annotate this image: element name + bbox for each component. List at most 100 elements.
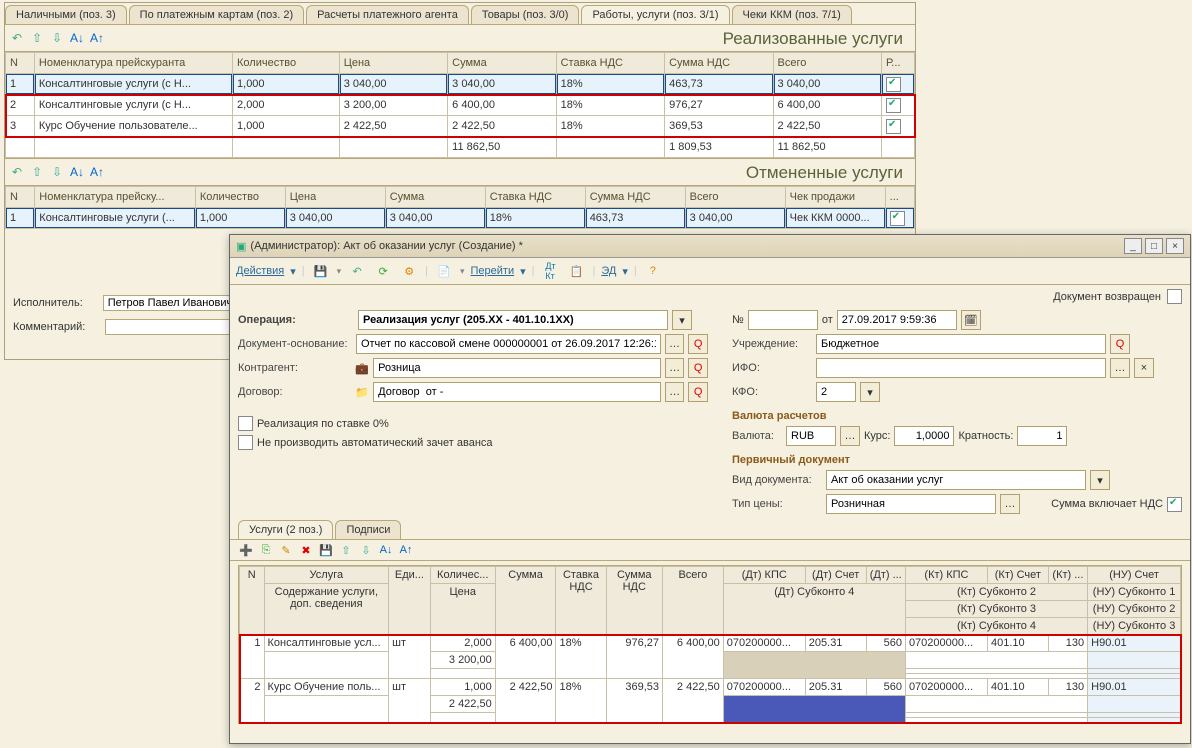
- col-nusch[interactable]: (НУ) Счет: [1088, 567, 1181, 584]
- col-kt-sub4[interactable]: (Кт) Субконто 4: [905, 618, 1087, 635]
- tab-services[interactable]: Работы, услуги (поз. 3/1): [581, 5, 729, 24]
- mult-field[interactable]: [1017, 426, 1067, 446]
- col-sum[interactable]: Сумма: [448, 53, 556, 74]
- col-nu-sub2[interactable]: (НУ) Субконто 2: [1088, 601, 1181, 618]
- cancelled-grid[interactable]: N Номенклатура прейску... Количество Цен…: [5, 186, 915, 229]
- open-button[interactable]: Q: [1110, 334, 1130, 354]
- minimize-button[interactable]: _: [1124, 238, 1142, 254]
- table-row[interactable]: 1 Консалтинговые усл... шт 2,000 6 400,0…: [240, 635, 1181, 652]
- help-icon[interactable]: ?: [643, 261, 663, 281]
- col-price[interactable]: Цена: [285, 187, 385, 208]
- sort-desc-icon[interactable]: A↑: [89, 164, 105, 180]
- col-nu-sub1[interactable]: (НУ) Субконто 1: [1088, 584, 1181, 601]
- report-icon[interactable]: 📋: [567, 261, 587, 281]
- arrow-up-icon[interactable]: ⇧: [338, 542, 354, 558]
- col-vatsum[interactable]: Сумма НДС: [665, 53, 773, 74]
- zero-rate-checkbox[interactable]: [238, 416, 253, 431]
- contract-field[interactable]: [373, 382, 661, 402]
- delete-icon[interactable]: ✖: [298, 542, 314, 558]
- col-total[interactable]: Всего: [663, 567, 724, 635]
- select-button[interactable]: …: [1000, 494, 1020, 514]
- col-vat[interactable]: Ставка НДС: [556, 567, 606, 635]
- edit-icon[interactable]: ✎: [278, 542, 294, 558]
- pricetype-field[interactable]: [826, 494, 996, 514]
- contragent-field[interactable]: [373, 358, 661, 378]
- docbase-field[interactable]: [356, 334, 661, 354]
- col-dt3[interactable]: (Дт) ...: [866, 567, 905, 584]
- date-field[interactable]: [837, 310, 957, 330]
- dtkt-icon[interactable]: ДтКт: [541, 261, 561, 281]
- maximize-button[interactable]: □: [1145, 238, 1163, 254]
- col-ktsch[interactable]: (Кт) Счет: [987, 567, 1048, 584]
- col-n[interactable]: N: [6, 187, 35, 208]
- kfo-field[interactable]: [816, 382, 856, 402]
- tab-cards[interactable]: По платежным картам (поз. 2): [129, 5, 304, 24]
- col-vat[interactable]: Ставка НДС: [556, 53, 664, 74]
- operation-field[interactable]: [358, 310, 668, 330]
- col-vatsum[interactable]: Сумма НДС: [606, 567, 662, 635]
- arrow-up-left-icon[interactable]: ↶: [9, 164, 25, 180]
- checkbox[interactable]: [882, 95, 915, 116]
- add-icon[interactable]: ➕: [238, 542, 254, 558]
- config-icon[interactable]: ⚙: [399, 261, 419, 281]
- close-button[interactable]: ×: [1166, 238, 1184, 254]
- cell-selected[interactable]: [723, 696, 905, 723]
- table-row[interactable]: 1 Консалтинговые услуги (... 1,000 3 040…: [6, 208, 915, 229]
- col-kt3[interactable]: (Кт) ...: [1048, 567, 1087, 584]
- services-grid[interactable]: N Услуга Еди... Количес... Сумма Ставка …: [238, 565, 1182, 724]
- tab-goods[interactable]: Товары (поз. 3/0): [471, 5, 580, 24]
- col-check[interactable]: Чек продажи: [785, 187, 885, 208]
- tab-cash[interactable]: Наличными (поз. 3): [5, 5, 127, 24]
- col-qty[interactable]: Количество: [233, 53, 340, 74]
- arrow-up-left-icon[interactable]: ↶: [9, 30, 25, 46]
- col-kt-sub2[interactable]: (Кт) Субконто 2: [905, 584, 1087, 601]
- col-nom[interactable]: Номенклатура прейскуранта: [34, 53, 232, 74]
- titlebar[interactable]: ▣ (Администратор): Акт об оказании услуг…: [230, 235, 1190, 258]
- copy-icon[interactable]: ⎘: [258, 542, 274, 558]
- select-button[interactable]: …: [665, 382, 685, 402]
- currency-field[interactable]: [786, 426, 836, 446]
- sort-asc-icon[interactable]: A↓: [378, 542, 394, 558]
- col-vat[interactable]: Ставка НДС: [485, 187, 585, 208]
- col-ktkps[interactable]: (Кт) КПС: [905, 567, 987, 584]
- checkbox[interactable]: [885, 208, 914, 229]
- table-row[interactable]: 3 Курс Обучение пользователе... 1,000 2 …: [6, 116, 915, 137]
- ed-menu[interactable]: ЭД: [601, 265, 616, 277]
- doctype-field[interactable]: [826, 470, 1086, 490]
- col-price[interactable]: Цена: [339, 53, 447, 74]
- rate-field[interactable]: [894, 426, 954, 446]
- tab-signatures[interactable]: Подписи: [335, 520, 401, 539]
- col-dots[interactable]: ...: [885, 187, 914, 208]
- arrow-down-icon[interactable]: ⇩: [49, 164, 65, 180]
- col-qty[interactable]: Количес...: [430, 567, 495, 584]
- realized-grid[interactable]: N Номенклатура прейскуранта Количество Ц…: [5, 52, 915, 158]
- arrow-down-icon[interactable]: ⇩: [358, 542, 374, 558]
- table-row[interactable]: 2 Курс Обучение поль... шт 1,000 2 422,5…: [240, 679, 1181, 696]
- sort-asc-icon[interactable]: A↓: [69, 164, 85, 180]
- col-nom[interactable]: Номенклатура прейску...: [35, 187, 196, 208]
- col-dtsch[interactable]: (Дт) Счет: [805, 567, 866, 584]
- dropdown-button[interactable]: ▾: [672, 310, 692, 330]
- table-row[interactable]: 1 Консалтинговые услуги (с Н... 1,000 3 …: [6, 74, 915, 95]
- open-button[interactable]: Q: [688, 382, 708, 402]
- col-unit[interactable]: Еди...: [389, 567, 431, 635]
- col-r[interactable]: Р...: [882, 53, 915, 74]
- num-field[interactable]: [748, 310, 818, 330]
- col-total[interactable]: Всего: [685, 187, 785, 208]
- document-icon[interactable]: 📄: [434, 261, 454, 281]
- open-button[interactable]: Q: [688, 358, 708, 378]
- sort-asc-icon[interactable]: A↓: [69, 30, 85, 46]
- dropdown-button[interactable]: ▾: [1090, 470, 1110, 490]
- save-icon[interactable]: 💾: [318, 542, 334, 558]
- col-vatsum[interactable]: Сумма НДС: [585, 187, 685, 208]
- col-price[interactable]: Цена: [430, 584, 495, 635]
- arrow-up-icon[interactable]: ⇧: [29, 164, 45, 180]
- tab-checks[interactable]: Чеки ККМ (поз. 7/1): [732, 5, 852, 24]
- calendar-button[interactable]: 🗓: [961, 310, 981, 330]
- refresh-icon[interactable]: ⟳: [373, 261, 393, 281]
- tab-agent[interactable]: Расчеты платежного агента: [306, 5, 469, 24]
- clear-button[interactable]: ×: [1134, 358, 1154, 378]
- col-total[interactable]: Всего: [773, 53, 881, 74]
- actions-menu[interactable]: Действия: [236, 265, 284, 277]
- tab-services[interactable]: Услуги (2 поз.): [238, 520, 333, 539]
